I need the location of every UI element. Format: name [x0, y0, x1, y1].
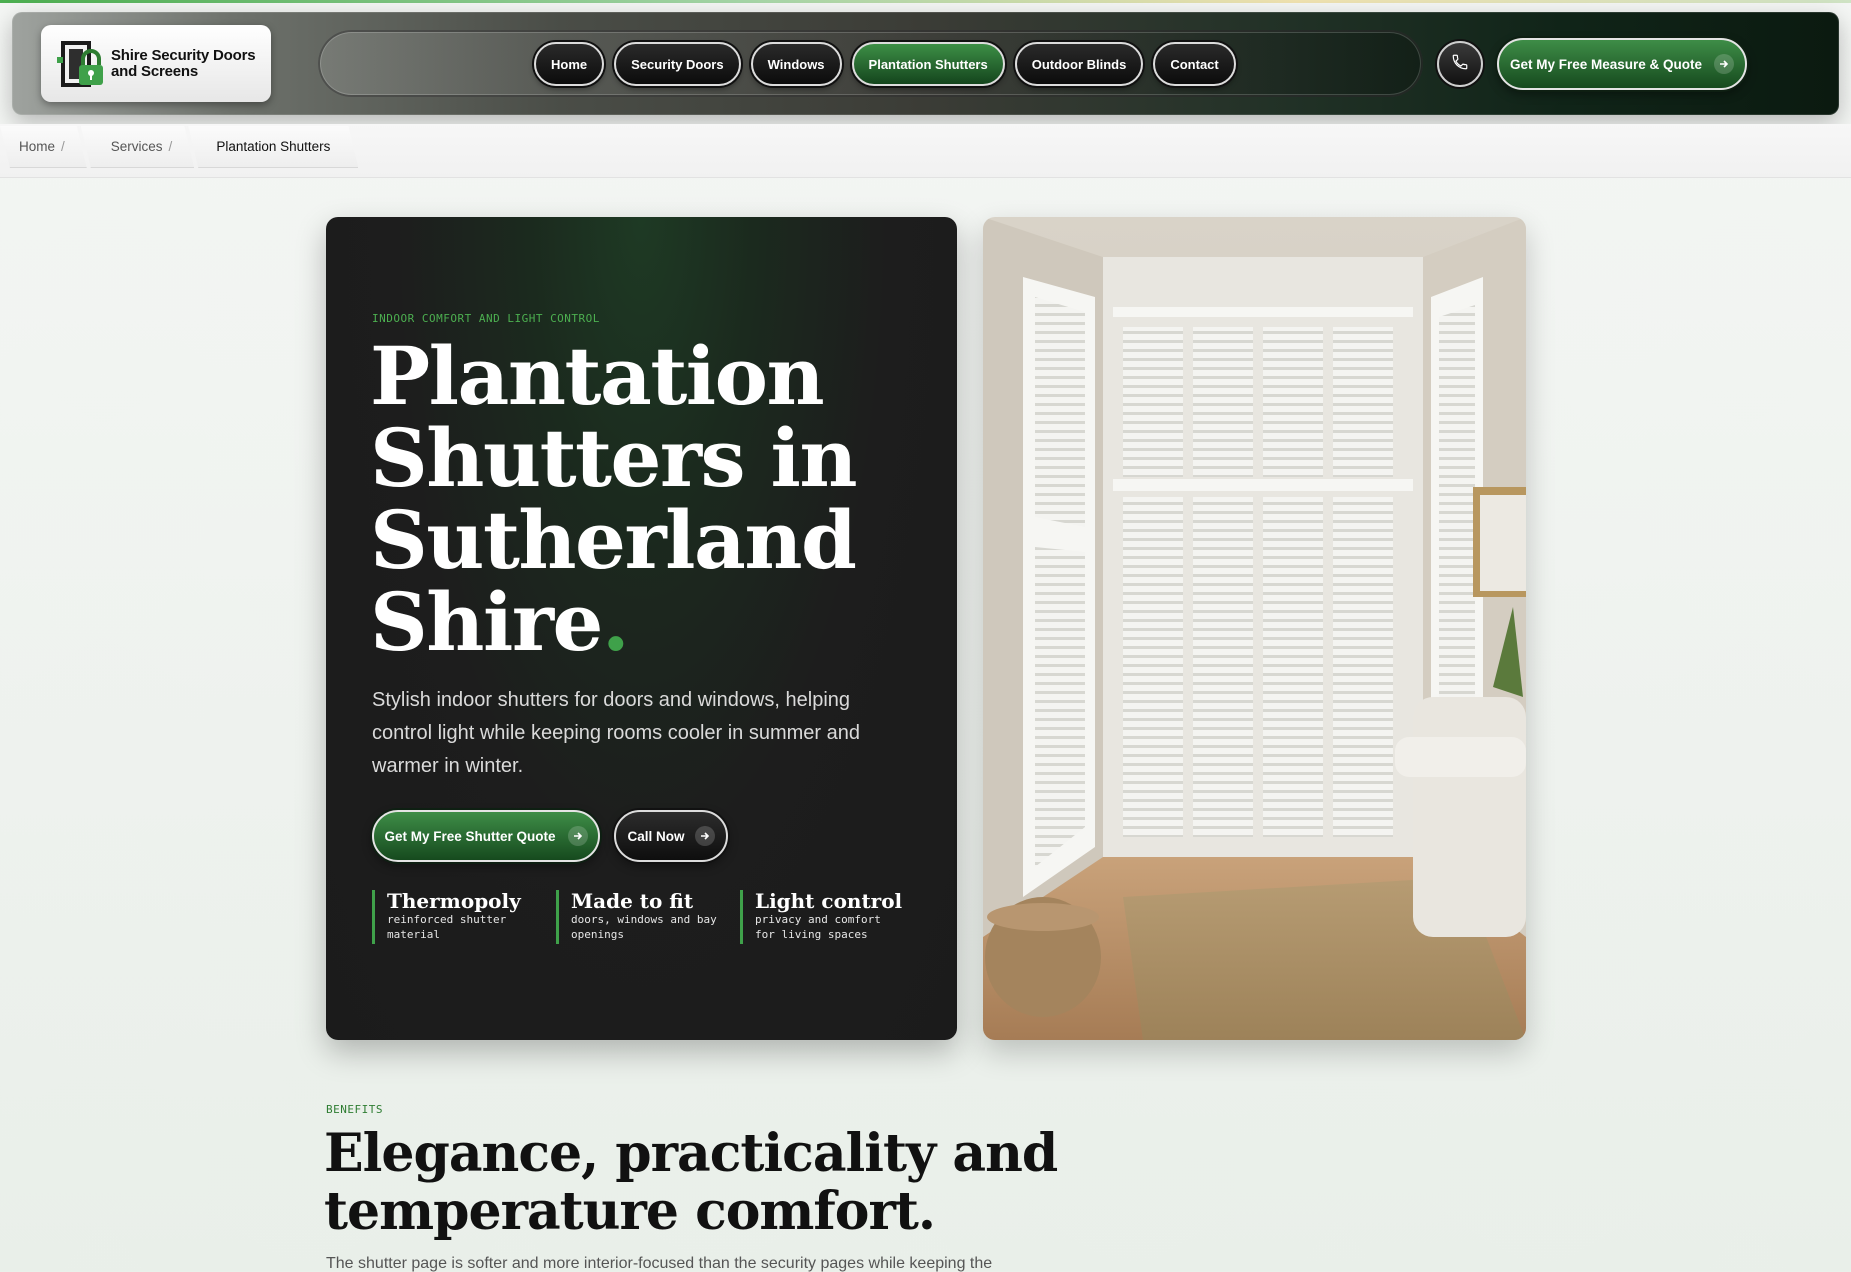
button-label: Call Now [627, 828, 685, 844]
breadcrumb-bar: Home / Services / Plantation Shutters [0, 124, 1851, 178]
breadcrumb-label: Services [110, 139, 163, 154]
nav-item-outdoor-blinds[interactable]: Outdoor Blinds [1014, 42, 1144, 86]
logo-line-2: and Screens [111, 62, 199, 80]
logo-line-1: Shire Security Doors [111, 46, 256, 64]
site-logo[interactable]: Shire Security Doors and Screens [41, 25, 271, 102]
free-shutter-quote-button[interactable]: Get My Free Shutter Quote [372, 810, 600, 862]
hero-title-dot: . [601, 575, 630, 669]
arrow-right-icon [1714, 54, 1735, 74]
feature-title: Made to fit [571, 889, 694, 913]
padlock-door-icon [55, 37, 109, 91]
feature-description: privacy and comfort for living spaces [755, 913, 881, 941]
main-nav: Home Security Doors Windows Plantation S… [534, 42, 1236, 86]
logo-text: Shire Security Doors and Screens [111, 46, 256, 80]
breadcrumb-separator: / [61, 139, 65, 154]
hero-photo-shutters [983, 217, 1526, 1040]
nav-item-plantation-shutters[interactable]: Plantation Shutters [851, 42, 1005, 86]
breadcrumb-separator: / [168, 139, 173, 154]
feature-title: Light control [755, 889, 903, 913]
call-now-button[interactable]: Call Now [614, 810, 728, 862]
benefits-title: Elegance, practicality and temperature c… [324, 1123, 1058, 1242]
hero-title: Plantation Shutters in Sutherland Shire. [370, 335, 930, 663]
feature-item: Light control privacy and comfort for li… [740, 889, 903, 944]
breadcrumb: Home / Services / Plantation Shutters [0, 126, 352, 168]
nav-item-contact[interactable]: Contact [1153, 42, 1236, 86]
site-header: Shire Security Doors and Screens Home Se… [12, 12, 1839, 115]
hero-eyebrow: INDOOR COMFORT AND LIGHT CONTROL [372, 312, 600, 325]
benefits-eyebrow: BENEFITS [326, 1103, 383, 1116]
phone-icon [1451, 53, 1469, 76]
hero-subtitle: Stylish indoor shutters for doors and wi… [372, 689, 861, 777]
feature-item: Made to fit doors, windows and bay openi… [556, 890, 722, 944]
hero-card: INDOOR COMFORT AND LIGHT CONTROL Plantat… [326, 217, 957, 1040]
nav-item-home[interactable]: Home [534, 42, 605, 86]
feature-item: Thermopoly reinforced shutter material [372, 890, 538, 944]
phone-button[interactable] [1437, 41, 1483, 87]
breadcrumb-current: Plantation Shutters [188, 126, 358, 168]
feature-description: reinforced shutter material [387, 913, 507, 941]
breadcrumb-label: Plantation Shutters [216, 139, 331, 154]
feature-description: doors, windows and bay openings [571, 913, 717, 941]
breadcrumb-label: Home [19, 139, 56, 154]
nav-item-windows[interactable]: Windows [750, 42, 842, 86]
breadcrumb-home[interactable]: Home / [0, 126, 87, 168]
arrow-right-icon [694, 826, 715, 846]
button-label: Get My Free Shutter Quote [384, 828, 556, 844]
cta-label: Get My Free Measure & Quote [1509, 56, 1703, 72]
breadcrumb-services[interactable]: Services / [81, 126, 195, 168]
nav-item-security-doors[interactable]: Security Doors [614, 42, 741, 86]
benefits-text: The shutter page is softer and more inte… [326, 1255, 993, 1272]
free-measure-quote-button[interactable]: Get My Free Measure & Quote [1497, 38, 1747, 90]
top-accent-line [0, 0, 1851, 3]
arrow-right-icon [567, 826, 588, 846]
feature-title: Thermopoly [387, 889, 521, 913]
hero-features: Thermopoly reinforced shutter material M… [372, 889, 903, 944]
